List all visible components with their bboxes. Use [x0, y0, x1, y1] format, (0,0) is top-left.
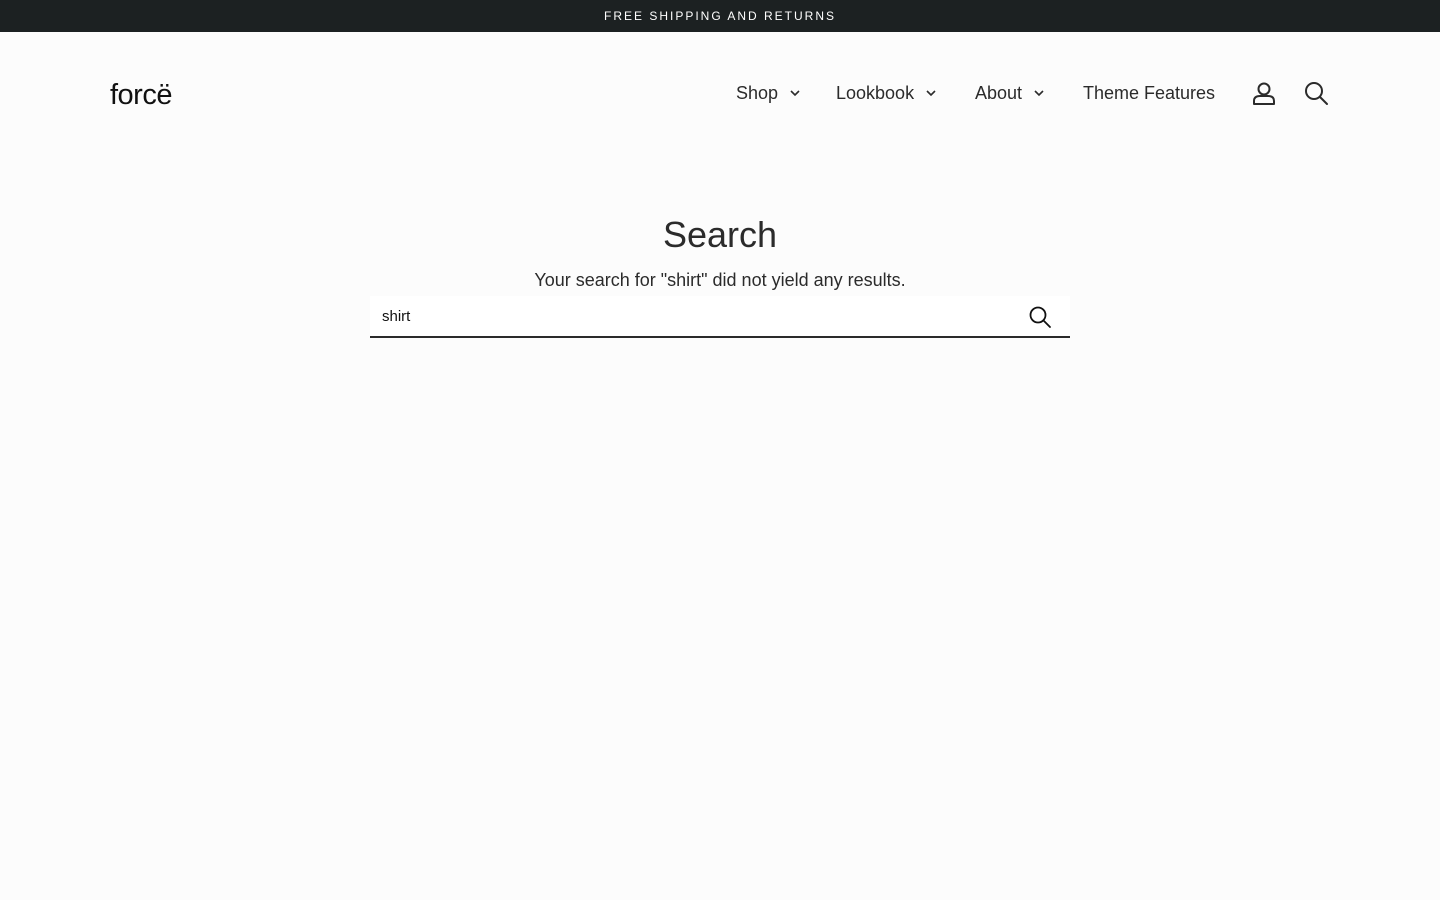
- search-input[interactable]: [370, 296, 1010, 336]
- user-icon[interactable]: [1251, 80, 1277, 106]
- announcement-bar: FREE SHIPPING AND RETURNS: [0, 0, 1440, 32]
- nav-item-shop[interactable]: Shop: [736, 83, 802, 104]
- search-results-message: Your search for "shirt" did not yield an…: [534, 270, 906, 290]
- nav-item-theme-features[interactable]: Theme Features: [1083, 83, 1215, 104]
- site-logo[interactable]: forcë: [110, 79, 172, 112]
- chevron-down-icon: [926, 90, 936, 97]
- chevron-down-icon: [1034, 90, 1044, 97]
- announcement-text: FREE SHIPPING AND RETURNS: [603, 9, 837, 23]
- nav-item-label: About: [975, 82, 1023, 103]
- nav-item-about[interactable]: About: [975, 83, 1046, 104]
- search-icon[interactable]: [1028, 305, 1052, 329]
- nav-item-lookbook[interactable]: Lookbook: [836, 83, 938, 104]
- nav-item-label: Shop: [736, 82, 779, 103]
- nav-item-label: Lookbook: [836, 82, 915, 103]
- nav-item-label: Theme Features: [1083, 82, 1216, 103]
- search-icon[interactable]: [1303, 80, 1329, 106]
- page-title: Search: [662, 214, 778, 255]
- search-form: [370, 296, 1070, 338]
- chevron-down-icon: [790, 90, 800, 97]
- site-header: forcë Shop Lookbook About Theme Features: [0, 32, 1440, 156]
